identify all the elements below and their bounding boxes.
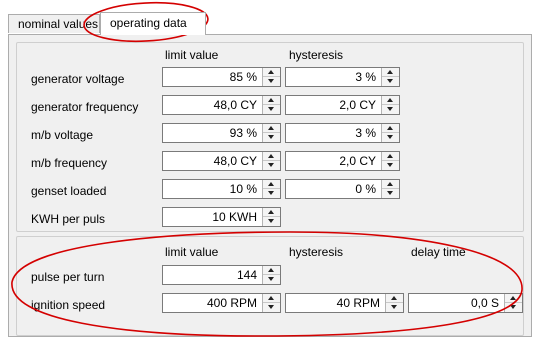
spin-down-button[interactable] (263, 217, 280, 226)
spin-down-button[interactable] (263, 303, 280, 312)
operating-data-panel: limit value hysteresis generator voltage… (8, 34, 532, 337)
spin-up-button[interactable] (505, 294, 522, 303)
spinner-value: 0,0 S (470, 296, 499, 310)
spin-down-button[interactable] (382, 105, 399, 114)
generator-voltage-limit-spinner[interactable]: 85 % (162, 67, 281, 87)
spin-up-button[interactable] (263, 266, 280, 275)
label-generator-frequency: generator frequency (31, 100, 139, 114)
spin-down-button[interactable] (263, 105, 280, 114)
label-genset-loaded: genset loaded (31, 184, 107, 198)
ignition-speed-hysteresis-spinner[interactable]: 40 RPM (285, 293, 404, 313)
spinner-value: 48,0 CY (213, 98, 257, 112)
generator-frequency-limit-spinner[interactable]: 48,0 CY (162, 95, 281, 115)
spin-down-button[interactable] (382, 77, 399, 86)
spinner-value: 0 % (355, 182, 376, 196)
label-generator-voltage: generator voltage (31, 72, 125, 86)
spin-up-button[interactable] (263, 124, 280, 133)
spin-down-button[interactable] (263, 161, 280, 170)
generator-voltage-hysteresis-spinner[interactable]: 3 % (285, 67, 400, 87)
spinner-value: 93 % (229, 126, 257, 140)
mb-voltage-limit-spinner[interactable]: 93 % (162, 123, 281, 143)
spinner-value: 10 KWH (212, 210, 257, 224)
spin-up-button[interactable] (263, 294, 280, 303)
spin-up-button[interactable] (263, 180, 280, 189)
speed-group: limit value hysteresis delay time pulse … (16, 236, 524, 336)
col-header-delay-time: delay time (411, 245, 466, 259)
mb-frequency-limit-spinner[interactable]: 48,0 CY (162, 151, 281, 171)
spin-down-button[interactable] (386, 303, 403, 312)
spin-down-button[interactable] (382, 189, 399, 198)
spin-up-button[interactable] (382, 96, 399, 105)
spinner-value: 2,0 CY (339, 154, 376, 168)
mb-frequency-hysteresis-spinner[interactable]: 2,0 CY (285, 151, 400, 171)
tab-label: operating data (110, 16, 187, 30)
limits-group: limit value hysteresis generator voltage… (16, 42, 524, 232)
spin-up-button[interactable] (382, 180, 399, 189)
pulse-per-turn-spinner[interactable]: 144 (162, 265, 281, 285)
spin-up-button[interactable] (382, 68, 399, 77)
kwh-per-puls-spinner[interactable]: 10 KWH (162, 207, 281, 227)
ignition-speed-limit-spinner[interactable]: 400 RPM (162, 293, 281, 313)
spinner-value: 85 % (229, 70, 257, 84)
spin-up-button[interactable] (263, 208, 280, 217)
spinner-value: 40 RPM (336, 296, 380, 310)
spin-up-button[interactable] (263, 68, 280, 77)
spin-down-button[interactable] (263, 77, 280, 86)
spin-down-button[interactable] (382, 133, 399, 142)
spin-up-button[interactable] (263, 152, 280, 161)
spinner-value: 2,0 CY (339, 98, 376, 112)
mb-voltage-hysteresis-spinner[interactable]: 3 % (285, 123, 400, 143)
spin-down-button[interactable] (263, 275, 280, 284)
label-mb-frequency: m/b frequency (31, 156, 108, 170)
col-header-limit-value: limit value (165, 48, 219, 62)
spin-up-button[interactable] (263, 96, 280, 105)
label-ignition-speed: ignition speed (31, 298, 106, 312)
generator-frequency-hysteresis-spinner[interactable]: 2,0 CY (285, 95, 400, 115)
tab-operating-data[interactable]: operating data (100, 12, 206, 35)
spinner-value: 10 % (229, 182, 257, 196)
genset-loaded-limit-spinner[interactable]: 10 % (162, 179, 281, 199)
ignition-speed-delay-spinner[interactable]: 0,0 S (408, 293, 523, 313)
label-pulse-per-turn: pulse per turn (31, 270, 105, 284)
genset-loaded-hysteresis-spinner[interactable]: 0 % (285, 179, 400, 199)
spin-up-button[interactable] (386, 294, 403, 303)
spinner-value: 400 RPM (206, 296, 257, 310)
spin-up-button[interactable] (382, 152, 399, 161)
label-mb-voltage: m/b voltage (31, 128, 94, 142)
spin-down-button[interactable] (382, 161, 399, 170)
col-header-hysteresis: hysteresis (289, 48, 344, 62)
col-header-limit-value: limit value (165, 245, 219, 259)
spinner-value: 144 (236, 268, 257, 282)
spinner-value: 3 % (355, 70, 376, 84)
spin-down-button[interactable] (263, 189, 280, 198)
spin-down-button[interactable] (263, 133, 280, 142)
tab-label: nominal values (18, 17, 99, 31)
spin-up-button[interactable] (382, 124, 399, 133)
label-kwh-per-puls: KWH per puls (31, 212, 106, 226)
spinner-value: 48,0 CY (213, 154, 257, 168)
tab-nominal-values[interactable]: nominal values (8, 14, 100, 33)
col-header-hysteresis: hysteresis (289, 245, 344, 259)
spinner-value: 3 % (355, 126, 376, 140)
spin-down-button[interactable] (505, 303, 522, 312)
